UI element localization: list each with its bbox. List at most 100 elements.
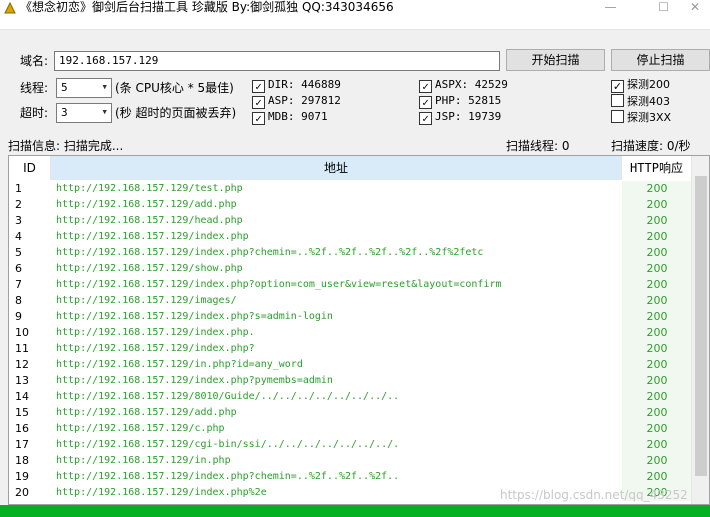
cell-id: 4: [15, 230, 22, 243]
dict-dir-checkbox[interactable]: ✓ DIR: 446889: [252, 78, 341, 93]
column-header-http-code[interactable]: HTTP响应: [622, 156, 692, 180]
app-icon: [4, 1, 16, 14]
cell-code: 200: [622, 325, 692, 341]
cell-code: 200: [622, 405, 692, 421]
scan-info-status: 扫描信息: 扫描完成...: [8, 139, 124, 153]
table-row[interactable]: 10 http://192.168.157.129/index.php. 200: [9, 325, 692, 341]
table-row[interactable]: 9 http://192.168.157.129/index.php?s=admi…: [9, 309, 692, 325]
table-row[interactable]: 16 http://192.168.157.129/c.php 200: [9, 421, 692, 437]
table-row[interactable]: 12 http://192.168.157.129/in.php?id=any_w…: [9, 357, 692, 373]
checkbox-box: ✓: [252, 96, 265, 109]
threads-select[interactable]: 5 ▾: [56, 78, 112, 98]
cell-id: 18: [15, 454, 29, 467]
cell-url: http://192.168.157.129/index.php?: [56, 343, 255, 354]
dict-php-checkbox[interactable]: ✓ PHP: 52815: [419, 94, 501, 109]
domain-input[interactable]: 192.168.157.129: [54, 51, 500, 71]
cell-url: http://192.168.157.129/8010/Guide/../../…: [56, 391, 400, 402]
threads-label: 线程:: [20, 81, 49, 95]
timeout-value: 3: [61, 106, 68, 119]
cell-code: 200: [622, 469, 692, 485]
cell-code: 200: [622, 197, 692, 213]
cell-code: 200: [622, 245, 692, 261]
checkbox-box: ✓: [419, 80, 432, 93]
domain-label: 域名:: [20, 54, 49, 68]
cell-url: http://192.168.157.129/index.php?s=admin…: [56, 311, 333, 322]
cell-id: 12: [15, 358, 29, 371]
table-row[interactable]: 5 http://192.168.157.129/index.php?chemin…: [9, 245, 692, 261]
checkbox-box: ✓: [611, 80, 624, 93]
cell-url: http://192.168.157.129/index.php: [56, 231, 249, 242]
probe-403-checkbox[interactable]: 探测403: [611, 94, 670, 109]
dict-jsp-checkbox[interactable]: ✓ JSP: 19739: [419, 110, 501, 125]
cell-url: http://192.168.157.129/index.php.: [56, 327, 255, 338]
cell-id: 17: [15, 438, 29, 451]
cell-id: 15: [15, 406, 29, 419]
minimize-button[interactable]: —: [588, 0, 633, 16]
dict-asp-checkbox[interactable]: ✓ ASP: 297812: [252, 94, 341, 109]
cell-url: http://192.168.157.129/in.php?id=any_wor…: [56, 359, 303, 370]
cell-url: http://192.168.157.129/index.php?chemin=…: [56, 471, 400, 482]
chevron-down-icon: ▾: [101, 105, 108, 118]
results-table[interactable]: ID 地址 HTTP响应 1 http://192.168.157.129/tes…: [8, 155, 710, 505]
start-scan-button[interactable]: 开始扫描: [506, 49, 605, 71]
timeout-label: 超时:: [20, 106, 49, 120]
close-button[interactable]: ✕: [680, 0, 710, 16]
cell-id: 9: [15, 310, 22, 323]
scrollbar-thumb[interactable]: [695, 176, 707, 476]
stop-scan-button[interactable]: 停止扫描: [611, 49, 710, 71]
cell-code: 200: [622, 213, 692, 229]
threads-value: 5: [61, 81, 68, 94]
cell-id: 11: [15, 342, 29, 355]
cell-id: 2: [15, 198, 22, 211]
cell-id: 19: [15, 470, 29, 483]
table-row[interactable]: 4 http://192.168.157.129/index.php 200: [9, 229, 692, 245]
cell-code: 200: [622, 453, 692, 469]
checkbox-box: ✓: [252, 80, 265, 93]
table-row[interactable]: 13 http://192.168.157.129/index.php?pymem…: [9, 373, 692, 389]
table-row[interactable]: 6 http://192.168.157.129/show.php 200: [9, 261, 692, 277]
cell-url: http://192.168.157.129/index.php?chemin=…: [56, 247, 484, 258]
table-row[interactable]: 2 http://192.168.157.129/add.php 200: [9, 197, 692, 213]
checkbox-box: ✓: [252, 112, 265, 125]
chevron-down-icon: ▾: [101, 80, 108, 93]
cell-code: 200: [622, 277, 692, 293]
cell-code: 200: [622, 389, 692, 405]
table-row[interactable]: 17 http://192.168.157.129/cgi-bin/ssi/../…: [9, 437, 692, 453]
table-row[interactable]: 15 http://192.168.157.129/add.php 200: [9, 405, 692, 421]
cell-url: http://192.168.157.129/index.php?option=…: [56, 279, 502, 290]
checkbox-box: ✓: [419, 112, 432, 125]
vertical-scrollbar[interactable]: [691, 156, 709, 504]
cell-code: 200: [622, 261, 692, 277]
cell-url: http://192.168.157.129/add.php: [56, 407, 237, 418]
cell-id: 1: [15, 182, 22, 195]
scan-threads-status: 扫描线程: 0: [506, 139, 570, 153]
cell-code: 200: [622, 229, 692, 245]
column-header-url[interactable]: 地址: [51, 156, 622, 180]
cell-url: http://192.168.157.129/images/: [56, 295, 237, 306]
timeout-select[interactable]: 3 ▾: [56, 103, 112, 123]
dict-aspx-checkbox[interactable]: ✓ ASPX: 42529: [419, 78, 508, 93]
column-header-id[interactable]: ID: [9, 156, 51, 180]
cell-id: 5: [15, 246, 22, 259]
table-row[interactable]: 8 http://192.168.157.129/images/200: [9, 293, 692, 309]
cell-code: 200: [622, 437, 692, 453]
title-bar: 《想念初恋》御剑后台扫描工具 珍藏版 By:御剑孤独 QQ:343034656 …: [0, 0, 710, 30]
cell-id: 16: [15, 422, 29, 435]
dict-mdb-checkbox[interactable]: ✓ MDB: 9071: [252, 110, 328, 125]
probe-3xx-checkbox[interactable]: 探测3XX: [611, 110, 671, 125]
table-row[interactable]: 19 http://192.168.157.129/index.php?chemi…: [9, 469, 692, 485]
table-row[interactable]: 18 http://192.168.157.129/in.php 200: [9, 453, 692, 469]
table-row[interactable]: 11 http://192.168.157.129/index.php? 200: [9, 341, 692, 357]
probe-200-checkbox[interactable]: ✓ 探测200: [611, 78, 670, 93]
table-row[interactable]: 1 http://192.168.157.129/test.php 200: [9, 181, 692, 197]
cell-url: http://192.168.157.129/cgi-bin/ssi/../..…: [56, 439, 400, 450]
cell-url: http://192.168.157.129/in.php: [56, 455, 231, 466]
table-row[interactable]: 7 http://192.168.157.129/index.php?option…: [9, 277, 692, 293]
table-row[interactable]: 3 http://192.168.157.129/head.php 200: [9, 213, 692, 229]
cell-url: http://192.168.157.129/c.php: [56, 423, 225, 434]
cell-code: 200: [622, 293, 692, 309]
table-row[interactable]: 14 http://192.168.157.129/8010/Guide/../.…: [9, 389, 692, 405]
cell-id: 8: [15, 294, 22, 307]
cell-url: http://192.168.157.129/head.php: [56, 215, 243, 226]
cell-url: http://192.168.157.129/add.php: [56, 199, 237, 210]
